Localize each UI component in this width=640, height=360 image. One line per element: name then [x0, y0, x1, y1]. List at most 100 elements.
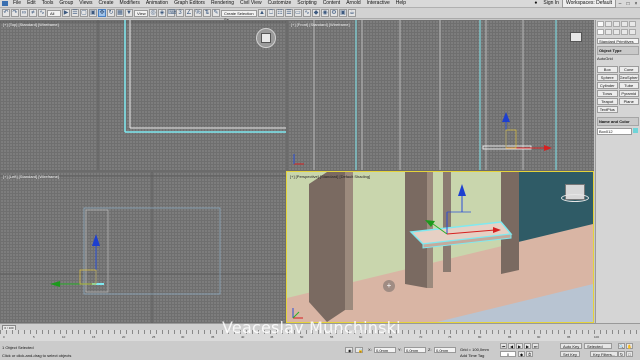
create-cone-button[interactable]: Cone	[618, 66, 639, 73]
viewport-label-front[interactable]: [+] [Front] [Standard] [Wireframe]	[291, 22, 350, 27]
maximize-icon[interactable]: □	[624, 1, 632, 7]
menu-customize[interactable]: Customize	[265, 0, 295, 7]
select-and-rotate-icon[interactable]: ↻	[107, 9, 115, 17]
schematic-view-icon[interactable]: ◆	[312, 9, 320, 17]
y-coordinate-field[interactable]: 0,0mm	[404, 347, 426, 353]
align-icon[interactable]: ⎕	[267, 9, 275, 17]
viewport-label-left[interactable]: [+] [Left] [Standard] [Wireframe]	[3, 174, 59, 179]
minimize-icon[interactable]: –	[616, 1, 624, 7]
viewport-left[interactable]: [+] [Left] [Standard] [Wireframe]	[0, 172, 286, 323]
key-filters-button[interactable]: Key Filters...	[590, 351, 619, 357]
menu-file[interactable]: File	[10, 0, 24, 7]
select-object-icon[interactable]: ▶	[62, 9, 70, 17]
create-tab-icon[interactable]	[597, 21, 604, 27]
menu-views[interactable]: Views	[76, 0, 95, 7]
select-and-move-icon[interactable]: ✥	[98, 9, 106, 17]
goto-end-icon[interactable]: ⏭	[532, 343, 539, 349]
viewcube-icon[interactable]	[570, 32, 582, 42]
name-and-color-rollout[interactable]: Name and Color	[597, 117, 639, 126]
select-by-name-icon[interactable]: ☰	[71, 9, 79, 17]
time-configuration-icon[interactable]: ⏱	[526, 351, 533, 357]
menu-create[interactable]: Create	[96, 0, 117, 7]
create-cylinder-button[interactable]: Cylinder	[597, 82, 618, 89]
object-color-swatch[interactable]	[633, 128, 638, 133]
create-tube-button[interactable]: Tube	[618, 82, 639, 89]
selection-filter-dropdown[interactable]: All	[47, 9, 61, 17]
cameras-category-icon[interactable]	[621, 29, 628, 35]
auto-key-button[interactable]: Auto Key	[560, 343, 583, 349]
motion-tab-icon[interactable]	[621, 21, 628, 27]
set-key-button[interactable]: Set Key	[560, 351, 581, 357]
menu-modifiers[interactable]: Modifiers	[117, 0, 143, 7]
angle-snap-icon[interactable]: ∠	[185, 9, 193, 17]
spinner-snap-icon[interactable]: ⇅	[203, 9, 211, 17]
viewcube-face-icon[interactable]	[261, 33, 271, 43]
display-tab-icon[interactable]	[629, 21, 636, 27]
select-and-place-icon[interactable]: ▼	[125, 9, 133, 17]
link-icon[interactable]: ∞	[20, 9, 28, 17]
menu-tools[interactable]: Tools	[39, 0, 57, 7]
toggle-scene-explorer-icon[interactable]: ☷	[276, 9, 284, 17]
goto-start-icon[interactable]: ⏮	[500, 343, 507, 349]
pivot-center-icon[interactable]: ◎	[149, 9, 157, 17]
key-mode-toggle-icon[interactable]: ◆	[518, 351, 525, 357]
zoom-icon[interactable]: 🔍	[618, 343, 625, 349]
menu-animation[interactable]: Animation	[143, 0, 171, 7]
viewport-label-top[interactable]: [+] [Top] [Standard] [Wireframe]	[3, 22, 59, 27]
pan-view-icon[interactable]: ✋	[626, 343, 633, 349]
lights-category-icon[interactable]	[613, 29, 620, 35]
sign-in-link[interactable]: Sign In	[540, 0, 562, 7]
menu-help[interactable]: Help	[393, 0, 409, 7]
isolate-selection-toggle[interactable]: ◉	[345, 347, 353, 353]
create-teapot-button[interactable]: Teapot	[597, 98, 618, 105]
menu-scripting[interactable]: Scripting	[294, 0, 319, 7]
shapes-category-icon[interactable]	[605, 29, 612, 35]
play-icon[interactable]: ▶	[516, 343, 523, 349]
object-type-rollout[interactable]: Object Type	[597, 46, 639, 55]
snaps-toggle-icon[interactable]: 3	[176, 9, 184, 17]
reference-coordinate-dropdown[interactable]: View	[134, 9, 148, 17]
viewport-front[interactable]: [+] [Front] [Standard] [Wireframe]	[288, 20, 594, 170]
keyboard-shortcut-override-icon[interactable]: ⌨	[167, 9, 177, 17]
close-icon[interactable]: ×	[632, 1, 640, 7]
menu-edit[interactable]: Edit	[24, 0, 39, 7]
toggle-ribbon-icon[interactable]: ▭	[294, 9, 302, 17]
primitive-type-dropdown[interactable]: Standard Primitives	[597, 38, 639, 44]
create-sphere-button[interactable]: Sphere	[597, 74, 618, 81]
z-coordinate-field[interactable]: 0,0mm	[434, 347, 456, 353]
menu-group[interactable]: Group	[56, 0, 76, 7]
hierarchy-tab-icon[interactable]	[613, 21, 620, 27]
curve-editor-icon[interactable]: ∿	[303, 9, 311, 17]
selection-lock-toggle[interactable]: 🔒	[355, 347, 363, 353]
orbit-icon[interactable]: ↻	[618, 351, 625, 357]
mirror-icon[interactable]: ▲	[258, 9, 266, 17]
menu-arnold[interactable]: Arnold	[343, 0, 363, 7]
unlink-icon[interactable]: ≠	[29, 9, 37, 17]
modify-tab-icon[interactable]	[605, 21, 612, 27]
autogrid-checkbox[interactable]: AutoGrid	[597, 56, 639, 63]
maximize-viewport-icon[interactable]: □	[626, 351, 633, 357]
redo-icon[interactable]: ↷	[11, 9, 19, 17]
create-pyramid-button[interactable]: Pyramid	[618, 90, 639, 97]
selected-dropdown[interactable]: Selected	[584, 343, 612, 349]
named-selection-sets-dropdown[interactable]: Create Selection Se	[221, 9, 257, 22]
app-icon[interactable]	[2, 1, 8, 6]
geometry-category-icon[interactable]	[597, 29, 604, 35]
menu-graph-editors[interactable]: Graph Editors	[171, 0, 208, 7]
material-editor-icon[interactable]: ◉	[321, 9, 329, 17]
select-manipulate-icon[interactable]: ◈	[158, 9, 166, 17]
create-box-button[interactable]: Box	[597, 66, 618, 73]
rectangular-selection-icon[interactable]: ▢	[80, 9, 88, 17]
select-and-scale-icon[interactable]: ▦	[116, 9, 124, 17]
add-time-tag-button[interactable]: Add Time Tag	[458, 353, 486, 359]
viewport-label-perspective[interactable]: [+] [Perspective] [Standard] [Default Sh…	[290, 174, 370, 179]
menu-interactive[interactable]: Interactive	[364, 0, 393, 7]
toggle-layer-explorer-icon[interactable]: ☰	[285, 9, 293, 17]
rendered-frame-window-icon[interactable]: ▣	[339, 9, 347, 17]
create-plane-button[interactable]: Plane	[618, 98, 639, 105]
previous-frame-icon[interactable]: ◀	[508, 343, 515, 349]
bind-space-warp-icon[interactable]: ∿	[38, 9, 46, 17]
window-crossing-icon[interactable]: ▣	[89, 9, 97, 17]
viewcube-ring-icon[interactable]	[561, 194, 589, 202]
menu-civil-view[interactable]: Civil View	[237, 0, 265, 7]
